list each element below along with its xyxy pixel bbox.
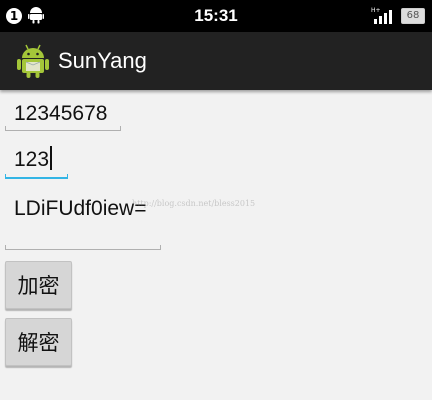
signal-strength-icon: H+: [371, 7, 397, 29]
app-title: SunYang: [58, 48, 147, 73]
result-text: LDiFUdf0iew=: [14, 197, 147, 220]
key-field-value: 123: [14, 148, 50, 171]
svg-text:H+: H+: [371, 7, 381, 14]
action-bar: SunYang: [0, 32, 432, 90]
battery-level-indicator: 68: [401, 8, 425, 24]
key-field[interactable]: 123: [14, 146, 53, 173]
status-time: 15:31: [194, 6, 238, 25]
status-bar: 1 15:31 H+ 68: [0, 0, 432, 32]
fourth-field-underline: [5, 243, 161, 250]
text-cursor: [50, 146, 53, 170]
plain-text-underline: [5, 124, 121, 131]
android-icon: [16, 43, 50, 83]
decrypt-button[interactable]: 解密: [5, 318, 72, 366]
encrypt-button[interactable]: 加密: [5, 261, 72, 309]
key-field-underline: [5, 172, 68, 179]
watermark-text: http://blog.csdn.net/bless2015: [132, 199, 256, 208]
